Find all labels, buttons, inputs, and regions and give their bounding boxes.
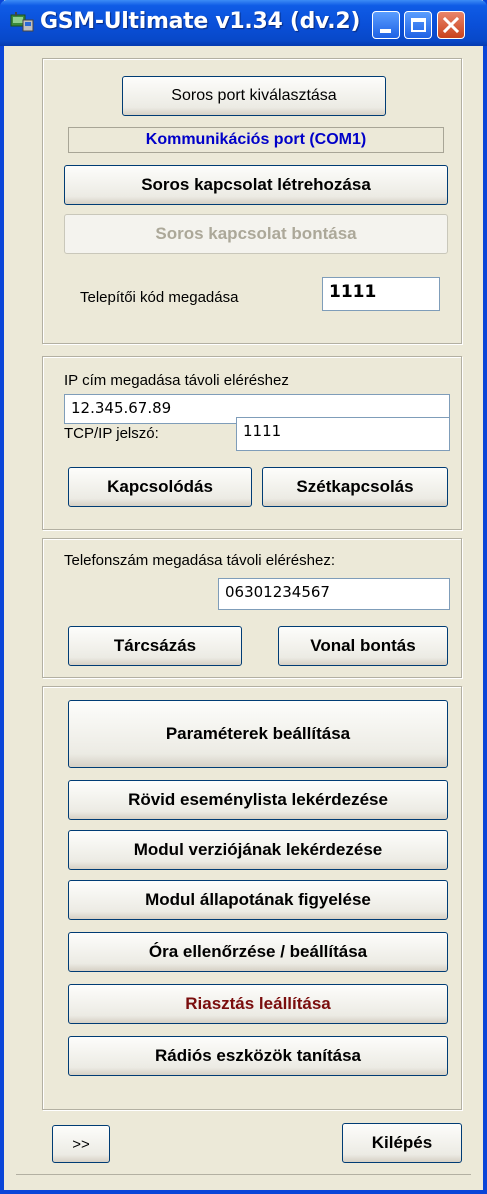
select-serial-port-button[interactable]: Soros port kiválasztása xyxy=(122,76,386,116)
minimize-icon xyxy=(380,29,391,33)
status-bar xyxy=(16,1174,471,1175)
tcp-password-label: TCP/IP jelszó: xyxy=(64,425,159,442)
close-icon xyxy=(442,16,460,34)
tcp-disconnect-button[interactable]: Szétkapcsolás xyxy=(262,467,448,507)
hangup-button[interactable]: Vonal bontás xyxy=(278,626,448,666)
window-title: GSM-Ultimate v1.34 (dv.2) xyxy=(40,9,361,34)
serial-connect-button[interactable]: Soros kapcsolat létrehozása xyxy=(64,165,448,205)
app-window: GSM-Ultimate v1.34 (dv.2) Soros port kiv… xyxy=(0,0,487,1194)
close-button[interactable] xyxy=(437,11,465,39)
expand-button[interactable]: >> xyxy=(52,1125,110,1163)
port-status-label: Kommunikációs port (COM1) xyxy=(68,127,444,153)
module-status-monitor-button[interactable]: Modul állapotának figyelése xyxy=(68,880,448,920)
title-bar[interactable]: GSM-Ultimate v1.34 (dv.2) xyxy=(0,0,487,46)
clock-check-button[interactable]: Óra ellenőrzése / beállítása xyxy=(68,932,448,972)
phone-number-input[interactable]: 06301234567 xyxy=(218,578,450,610)
dial-button[interactable]: Tárcsázás xyxy=(68,626,242,666)
event-list-query-button[interactable]: Rövid eseménylista lekérdezése xyxy=(68,780,448,820)
ip-address-label: IP cím megadása távoli eléréshez xyxy=(64,372,289,389)
exit-button[interactable]: Kilépés xyxy=(342,1123,462,1163)
minimize-button[interactable] xyxy=(372,11,400,39)
maximize-button[interactable] xyxy=(404,11,432,39)
serial-disconnect-button: Soros kapcsolat bontása xyxy=(64,214,448,254)
parameters-settings-button[interactable]: Paraméterek beállítása xyxy=(68,700,448,768)
phone-number-label: Telefonszám megadása távoli eléréshez: xyxy=(64,552,335,569)
module-version-query-button[interactable]: Modul verziójának lekérdezése xyxy=(68,830,448,870)
installer-code-input[interactable]: 1111 xyxy=(322,277,440,311)
radio-devices-learn-button[interactable]: Rádiós eszközök tanítása xyxy=(68,1036,448,1076)
alarm-stop-button[interactable]: Riasztás leállítása xyxy=(68,984,448,1024)
app-icon xyxy=(10,12,34,32)
maximize-icon xyxy=(411,18,426,32)
tcp-connect-button[interactable]: Kapcsolódás xyxy=(68,467,252,507)
installer-code-label: Telepítői kód megadása xyxy=(80,289,239,306)
tcp-password-input[interactable]: 1111 xyxy=(236,417,450,451)
